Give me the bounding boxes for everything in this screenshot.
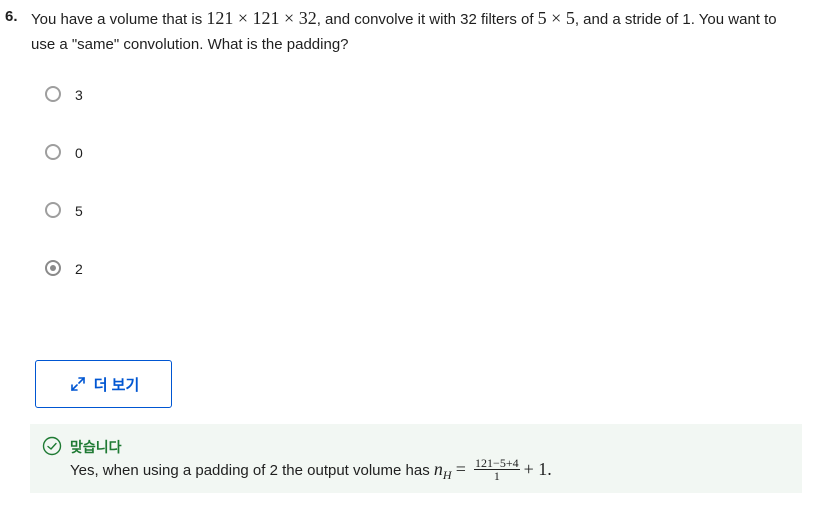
show-more-label: 더 보기	[93, 376, 140, 394]
formula-fraction: 121−5+4 1	[474, 457, 520, 482]
formula-subscript: H	[442, 468, 452, 482]
check-circle-icon	[42, 436, 62, 461]
formula-equals: =	[455, 459, 466, 479]
feedback-text: Yes, when using a padding of 2 the outpu…	[70, 462, 434, 479]
feedback-panel: 맞습니다 Yes, when using a padding of 2 the …	[30, 424, 802, 493]
formula-tail: + 1.	[523, 459, 552, 479]
answer-option-label: 5	[75, 203, 83, 219]
answer-option-label: 3	[75, 87, 83, 103]
formula-numerator: 121−5+4	[474, 455, 520, 470]
expand-arrows-icon	[68, 374, 88, 394]
question-number: 6.	[5, 8, 18, 25]
feedback-explanation: Yes, when using a padding of 2 the outpu…	[70, 457, 552, 487]
feedback-status: 맞습니다	[70, 439, 122, 455]
formula-denominator: 1	[493, 468, 500, 483]
question-math-volume: 121 × 121 × 32	[206, 8, 317, 28]
question-text-part-2: , and convolve it with 32 filters of	[316, 11, 538, 28]
radio-button[interactable]	[45, 202, 61, 218]
question-math-filter: 5 × 5	[537, 8, 575, 28]
question-text-part-1: You have a volume that is	[31, 11, 207, 28]
answer-option-label: 0	[75, 145, 83, 161]
radio-button[interactable]	[45, 144, 61, 160]
question-text: You have a volume that is 121 × 121 × 32…	[31, 6, 801, 57]
radio-button[interactable]	[45, 86, 61, 102]
answer-option-label: 2	[75, 261, 83, 277]
formula-variable: n	[433, 459, 443, 479]
radio-button-selected[interactable]	[45, 260, 61, 276]
show-more-button[interactable]: 더 보기	[35, 360, 172, 408]
